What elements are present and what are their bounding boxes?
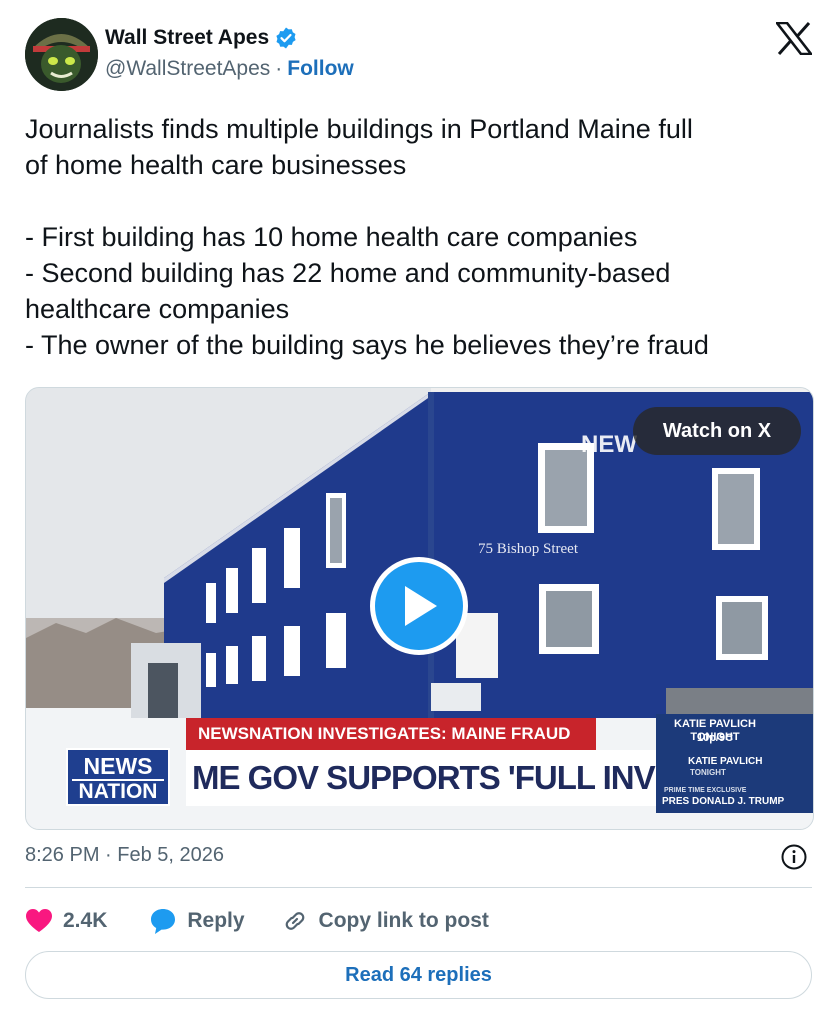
author-display-name[interactable]: Wall Street Apes — [105, 26, 269, 50]
logo-line-2: NATION — [72, 779, 164, 803]
verified-badge-icon — [276, 27, 296, 49]
promo-host-sub: TONIGHT — [690, 768, 726, 777]
read-replies-button[interactable]: Read 64 replies — [25, 951, 812, 999]
building-sign: 75 Bishop Street — [478, 541, 578, 557]
post-timestamp[interactable]: 8:26 PM · Feb 5, 2026 — [25, 844, 224, 867]
tweet-line: Journalists finds multiple buildings in … — [25, 114, 693, 144]
promo-guest: PRES DONALD J. TRUMP — [662, 796, 785, 807]
video-player[interactable]: NEW 75 Bishop Street Watch on X NEWSNATI… — [25, 387, 814, 830]
reply-label: Reply — [187, 909, 245, 932]
separator: · — [275, 57, 283, 80]
watermark: NEW — [581, 431, 637, 458]
ticker-top: NEWSNATION INVESTIGATES: MAINE FRAUD — [186, 718, 596, 750]
author-handle[interactable]: @WallStreetApes — [105, 57, 270, 81]
watch-on-x-button[interactable]: Watch on X — [633, 407, 801, 455]
info-icon[interactable] — [780, 843, 808, 871]
tweet-line: healthcare companies — [25, 294, 290, 324]
copy-link-label: Copy link to post — [318, 909, 489, 932]
tweet-line: - Second building has 22 home and commun… — [25, 258, 671, 288]
ticker-main: ME GOV SUPPORTS 'FULL INVESTIGATION' — [186, 750, 813, 806]
tweet-line: of home health care businesses — [25, 150, 407, 180]
newsnation-logo: NEWS NATION — [66, 748, 170, 806]
author-handle-row: @WallStreetApes · Follow — [105, 57, 354, 81]
play-button[interactable] — [370, 557, 468, 655]
logo-line-1: NEWS — [83, 753, 153, 779]
reply-bubble-icon — [151, 909, 176, 934]
promo-tag: PRIME TIME EXCLUSIVE — [664, 787, 747, 794]
show-promo: KATIE PAVLICH TONIGHT 10p/9C KATIE PAVLI… — [656, 714, 813, 813]
follow-button[interactable]: Follow — [287, 57, 354, 81]
author-name-row: Wall Street Apes — [105, 26, 298, 50]
divider — [25, 887, 812, 888]
tweet-text: Journalists finds multiple buildings in … — [25, 111, 815, 363]
link-icon — [285, 912, 304, 930]
tweet-line: - The owner of the building says he beli… — [25, 330, 709, 360]
x-logo-icon[interactable] — [776, 22, 812, 55]
avatar[interactable] — [25, 18, 98, 91]
copy-link-button[interactable]: Copy link to post — [281, 907, 489, 935]
promo-host: KATIE PAVLICH — [688, 756, 763, 767]
action-bar: 2.4K Reply Copy link to post — [25, 905, 489, 937]
promo-time: 10p/9C — [696, 732, 734, 744]
play-icon — [405, 586, 437, 626]
heart-icon — [26, 909, 52, 932]
reply-button[interactable]: Reply — [149, 907, 245, 935]
like-button[interactable]: 2.4K — [25, 908, 107, 934]
like-count: 2.4K — [63, 909, 108, 932]
tweet-line: - First building has 10 home health care… — [25, 222, 638, 252]
